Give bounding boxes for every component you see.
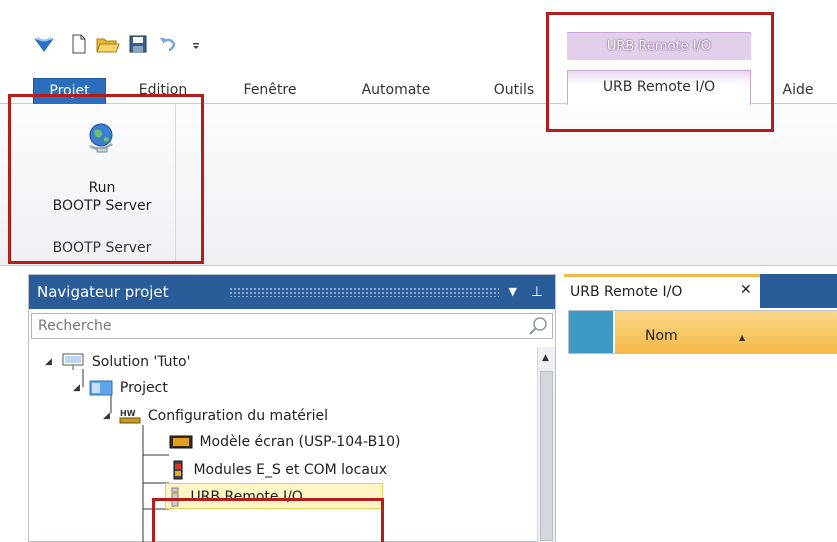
- document-tab-urb-remote-io[interactable]: URB Remote I/O: [564, 274, 760, 308]
- local-modules-icon: [173, 460, 183, 480]
- tab-automate[interactable]: Automate: [342, 78, 450, 104]
- close-tab-icon[interactable]: ✕: [740, 274, 752, 306]
- navigator-header: Navigateur projet ▼ ⊥: [29, 275, 555, 309]
- project-icon: [89, 380, 113, 396]
- editor-area: URB Remote I/O ✕ ▲ Nom: [564, 274, 837, 542]
- tree-item-label: Configuration du matériel: [147, 408, 328, 424]
- document-tab-label: URB Remote I/O: [570, 284, 683, 300]
- tree-item-label: Modèle écran (USP-104-B10): [199, 434, 401, 450]
- scrollbar-thumb[interactable]: [540, 371, 553, 541]
- tree-item-label: Solution 'Tuto': [91, 354, 191, 370]
- panel-grip[interactable]: [229, 287, 499, 297]
- tree-item-solution[interactable]: ◢ Solution 'Tuto': [45, 349, 190, 375]
- app-logo-icon[interactable]: [32, 34, 56, 54]
- tree-item-label: Project: [119, 380, 168, 396]
- hardware-config-icon: HW: [119, 409, 141, 424]
- solution-icon: [62, 353, 84, 370]
- search-icon[interactable]: [528, 316, 548, 336]
- search-input[interactable]: [32, 314, 512, 338]
- highlight-box-bootp-group: [8, 94, 204, 264]
- panel-dropdown-icon[interactable]: ▼: [509, 275, 517, 309]
- undo-icon[interactable]: [158, 34, 178, 54]
- document-tab-strip: URB Remote I/O ✕: [564, 274, 837, 308]
- open-folder-icon[interactable]: [96, 34, 120, 54]
- expand-arrow-icon[interactable]: ◢: [45, 349, 57, 375]
- navigator-scrollbar[interactable]: ▲: [537, 347, 555, 542]
- tab-outils[interactable]: Outils: [476, 78, 552, 104]
- tree-item-hardware-config[interactable]: ◢ HW Configuration du matériel: [103, 403, 328, 429]
- column-header-label: Nom: [645, 328, 678, 344]
- save-icon[interactable]: [128, 34, 148, 54]
- tab-aide[interactable]: Aide: [766, 78, 830, 104]
- tree-item-screen-model[interactable]: Modèle écran (USP-104-B10): [169, 429, 400, 455]
- svg-text:HW: HW: [120, 409, 136, 418]
- tree-item-project[interactable]: ◢ Project: [73, 375, 168, 401]
- search-box: [31, 313, 553, 339]
- tree-item-label: Modules E_S et COM locaux: [193, 462, 388, 478]
- expand-arrow-icon[interactable]: ◢: [73, 375, 85, 401]
- highlight-box-tree-item: [152, 498, 384, 542]
- column-header-nom[interactable]: ▲ Nom: [615, 311, 837, 353]
- scroll-up-icon[interactable]: ▲: [542, 353, 549, 363]
- tab-fenetre[interactable]: Fenêtre: [222, 78, 318, 104]
- tree-item-local-modules[interactable]: Modules E_S et COM locaux: [169, 457, 387, 483]
- navigator-title: Navigateur projet: [37, 283, 169, 301]
- row-header-corner[interactable]: [569, 311, 613, 353]
- tab-urb-remote-io[interactable]: URB Remote I/O: [567, 70, 751, 105]
- customize-toolbar-icon[interactable]: [190, 34, 202, 54]
- pin-icon[interactable]: ⊥: [531, 275, 543, 309]
- sort-arrow-icon: ▲: [739, 333, 746, 342]
- new-file-icon[interactable]: [70, 34, 88, 54]
- grid-header: ▲ Nom: [568, 310, 837, 354]
- screen-model-icon: [169, 435, 193, 449]
- expand-arrow-icon[interactable]: ◢: [103, 403, 115, 429]
